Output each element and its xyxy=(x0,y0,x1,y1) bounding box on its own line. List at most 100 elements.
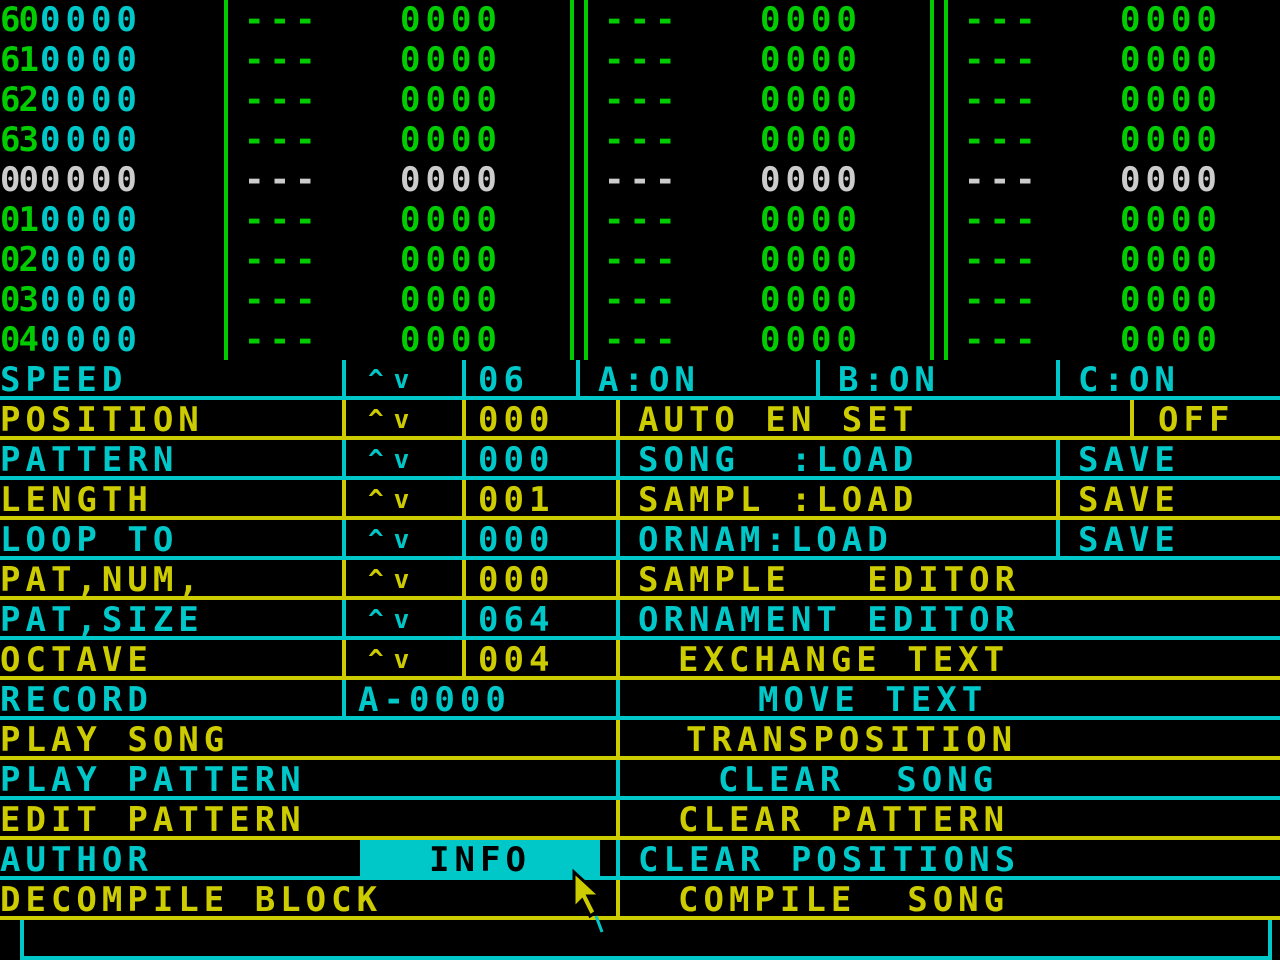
patnum-arrows[interactable]: ^v xyxy=(368,560,419,600)
decompile-block-button[interactable]: DECOMPILE BLOCK xyxy=(0,880,382,920)
auto-en-set-state[interactable]: OFF xyxy=(1158,400,1234,440)
note-cell[interactable]: --- xyxy=(244,320,320,360)
sample-save-button[interactable]: SAVE xyxy=(1078,480,1180,520)
sample-editor-button[interactable]: SAMPLE EDITOR xyxy=(638,560,1020,600)
position-arrows[interactable]: ^v xyxy=(368,400,419,440)
note-cell[interactable]: --- xyxy=(964,200,1040,240)
note-cell[interactable]: --- xyxy=(964,0,1040,40)
note-cell[interactable]: --- xyxy=(604,160,680,200)
sample-cell[interactable]: 0000 xyxy=(760,280,862,320)
ornament-load-button[interactable]: ORNAM:LOAD xyxy=(638,520,893,560)
pattern-row[interactable]: 00 0000 --- 0000 --- 0000 --- 0000 xyxy=(0,160,1280,200)
pattern-row[interactable]: 63 0000 --- 0000 --- 0000 --- 0000 xyxy=(0,120,1280,160)
sample-cell[interactable]: 0000 xyxy=(1120,40,1222,80)
note-cell[interactable]: --- xyxy=(604,320,680,360)
move-text-button[interactable]: MOVE TEXT xyxy=(758,680,987,720)
song-save-button[interactable]: SAVE xyxy=(1078,440,1180,480)
speed-arrows[interactable]: ^v xyxy=(368,360,419,400)
sample-cell[interactable]: 0000 xyxy=(760,80,862,120)
song-load-button[interactable]: SONG :LOAD xyxy=(638,440,918,480)
pattern-arrows[interactable]: ^v xyxy=(368,440,419,480)
position-cell[interactable]: 0000 xyxy=(40,40,142,80)
position-cell[interactable]: 0000 xyxy=(40,320,142,360)
pattern-row[interactable]: 61 0000 --- 0000 --- 0000 --- 0000 xyxy=(0,40,1280,80)
sample-cell[interactable]: 0000 xyxy=(760,0,862,40)
sample-cell[interactable]: 0000 xyxy=(400,40,502,80)
note-cell[interactable]: --- xyxy=(964,280,1040,320)
record-label[interactable]: RECORD xyxy=(0,680,153,720)
position-cell[interactable]: 0000 xyxy=(40,280,142,320)
ornament-editor-button[interactable]: ORNAMENT EDITOR xyxy=(638,600,1020,640)
info-button[interactable]: INFO xyxy=(360,840,600,880)
sample-cell[interactable]: 0000 xyxy=(1120,0,1222,40)
sample-cell[interactable]: 0000 xyxy=(1120,240,1222,280)
play-song-button[interactable]: PLAY SONG xyxy=(0,720,229,760)
position-cell[interactable]: 0000 xyxy=(40,160,142,200)
note-cell[interactable]: --- xyxy=(244,240,320,280)
note-cell[interactable]: --- xyxy=(244,40,320,80)
note-cell[interactable]: --- xyxy=(964,320,1040,360)
sample-cell[interactable]: 0000 xyxy=(760,120,862,160)
ornament-save-button[interactable]: SAVE xyxy=(1078,520,1180,560)
sample-cell[interactable]: 0000 xyxy=(1120,320,1222,360)
sample-cell[interactable]: 0000 xyxy=(400,280,502,320)
note-cell[interactable]: --- xyxy=(604,120,680,160)
sample-cell[interactable]: 0000 xyxy=(760,320,862,360)
position-cell[interactable]: 0000 xyxy=(40,120,142,160)
auto-en-set-button[interactable]: AUTO EN SET xyxy=(638,400,918,440)
pattern-row[interactable]: 04 0000 --- 0000 --- 0000 --- 0000 xyxy=(0,320,1280,360)
sample-cell[interactable]: 0000 xyxy=(1120,160,1222,200)
clear-song-button[interactable]: CLEAR SONG xyxy=(718,760,998,800)
sample-cell[interactable]: 0000 xyxy=(400,0,502,40)
transposition-button[interactable]: TRANSPOSITION xyxy=(686,720,1017,760)
play-pattern-button[interactable]: PLAY PATTERN xyxy=(0,760,306,800)
position-cell[interactable]: 0000 xyxy=(40,200,142,240)
sample-cell[interactable]: 0000 xyxy=(760,200,862,240)
channel-a-toggle[interactable]: A:ON xyxy=(598,360,700,400)
sample-cell[interactable]: 0000 xyxy=(760,40,862,80)
sample-cell[interactable]: 0000 xyxy=(1120,120,1222,160)
note-cell[interactable]: --- xyxy=(604,200,680,240)
note-cell[interactable]: --- xyxy=(604,40,680,80)
pattern-row[interactable]: 03 0000 --- 0000 --- 0000 --- 0000 xyxy=(0,280,1280,320)
sample-cell[interactable]: 0000 xyxy=(400,120,502,160)
sample-cell[interactable]: 0000 xyxy=(400,80,502,120)
note-cell[interactable]: --- xyxy=(964,120,1040,160)
author-button[interactable]: AUTHOR xyxy=(0,840,153,880)
note-cell[interactable]: --- xyxy=(604,80,680,120)
edit-pattern-button[interactable]: EDIT PATTERN xyxy=(0,800,306,840)
note-cell[interactable]: --- xyxy=(964,80,1040,120)
loop-arrows[interactable]: ^v xyxy=(368,520,419,560)
note-cell[interactable]: --- xyxy=(604,280,680,320)
sample-cell[interactable]: 0000 xyxy=(400,240,502,280)
note-cell[interactable]: --- xyxy=(604,240,680,280)
pattern-row[interactable]: 01 0000 --- 0000 --- 0000 --- 0000 xyxy=(0,200,1280,240)
channel-c-toggle[interactable]: C:ON xyxy=(1078,360,1180,400)
sample-load-button[interactable]: SAMPL :LOAD xyxy=(638,480,918,520)
exchange-text-button[interactable]: EXCHANGE TEXT xyxy=(678,640,1009,680)
sample-cell[interactable]: 0000 xyxy=(1120,200,1222,240)
sample-cell[interactable]: 0000 xyxy=(400,160,502,200)
note-cell[interactable]: --- xyxy=(244,80,320,120)
sample-cell[interactable]: 0000 xyxy=(1120,280,1222,320)
note-cell[interactable]: --- xyxy=(964,160,1040,200)
channel-b-toggle[interactable]: B:ON xyxy=(838,360,940,400)
clear-pattern-button[interactable]: CLEAR PATTERN xyxy=(678,800,1009,840)
patsize-arrows[interactable]: ^v xyxy=(368,600,419,640)
note-cell[interactable]: --- xyxy=(244,0,320,40)
note-cell[interactable]: --- xyxy=(964,240,1040,280)
pattern-editor[interactable]: 60 0000 --- 0000 --- 0000 --- 0000 61 0000 --- 0000… xyxy=(0,0,1280,360)
note-cell[interactable]: --- xyxy=(244,120,320,160)
sample-cell[interactable]: 0000 xyxy=(400,200,502,240)
pattern-row[interactable]: 60 0000 --- 0000 --- 0000 --- 0000 xyxy=(0,0,1280,40)
pattern-row[interactable]: 62 0000 --- 0000 --- 0000 --- 0000 xyxy=(0,80,1280,120)
position-cell[interactable]: 0000 xyxy=(40,0,142,40)
pattern-row[interactable]: 02 0000 --- 0000 --- 0000 --- 0000 xyxy=(0,240,1280,280)
note-cell[interactable]: --- xyxy=(604,0,680,40)
octave-arrows[interactable]: ^v xyxy=(368,640,419,680)
sample-cell[interactable]: 0000 xyxy=(1120,80,1222,120)
clear-positions-button[interactable]: CLEAR POSITIONS xyxy=(638,840,1020,880)
sample-cell[interactable]: 0000 xyxy=(760,240,862,280)
length-arrows[interactable]: ^v xyxy=(368,480,419,520)
note-cell[interactable]: --- xyxy=(244,200,320,240)
